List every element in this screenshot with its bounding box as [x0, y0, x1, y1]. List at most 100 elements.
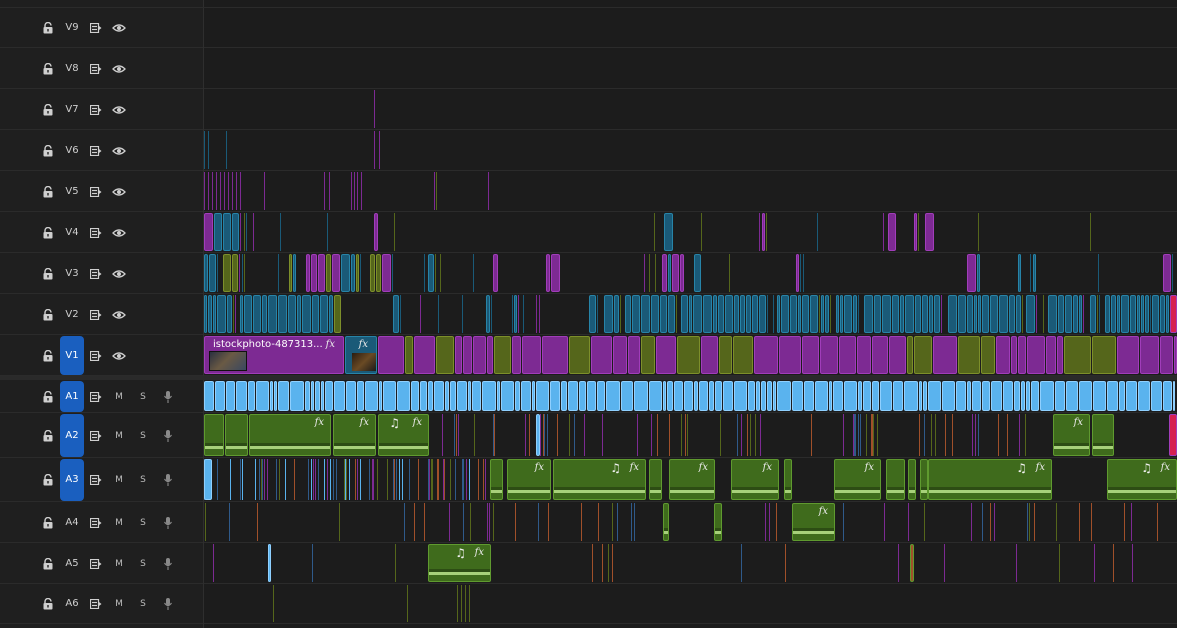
video-clip[interactable]: [734, 295, 739, 333]
thin-clip[interactable]: [873, 414, 874, 456]
track-lane-v8[interactable]: [204, 48, 1177, 89]
thin-clip[interactable]: [357, 459, 358, 500]
thin-clip[interactable]: [402, 459, 403, 500]
audio-clip[interactable]: [472, 381, 481, 411]
video-clip[interactable]: [672, 254, 679, 292]
video-clip[interactable]: [288, 295, 296, 333]
track-name-v8[interactable]: V8: [60, 62, 84, 76]
sync-lock-toggle-a6[interactable]: [89, 599, 103, 609]
video-clip[interactable]: [996, 336, 1010, 374]
thin-clip[interactable]: [803, 254, 804, 292]
thin-clip[interactable]: [843, 503, 844, 541]
video-clip[interactable]: [512, 336, 521, 374]
video-clip[interactable]: [1160, 295, 1165, 333]
video-clip[interactable]: [217, 295, 226, 333]
thin-clip[interactable]: [244, 254, 245, 292]
audio-clip[interactable]: [445, 381, 449, 411]
video-clip[interactable]: [701, 336, 718, 374]
video-clip[interactable]: [591, 336, 612, 374]
audio-clip[interactable]: [305, 381, 310, 411]
thin-clip[interactable]: [598, 503, 599, 541]
thin-clip[interactable]: [333, 459, 334, 500]
thin-clip[interactable]: [941, 295, 942, 333]
video-clip[interactable]: [958, 295, 966, 333]
thin-clip[interactable]: [1172, 254, 1173, 292]
video-clip[interactable]: [1121, 295, 1129, 333]
lock-toggle-a4[interactable]: [40, 516, 56, 530]
thin-clip[interactable]: [392, 254, 393, 292]
video-clip[interactable]: [905, 295, 914, 333]
video-clip[interactable]: [1018, 254, 1021, 292]
thin-clip[interactable]: [374, 131, 375, 169]
video-clip[interactable]: [1009, 295, 1015, 333]
audio-clip[interactable]: fx: [834, 459, 881, 500]
audio-clip[interactable]: [311, 381, 314, 411]
visibility-toggle-v5[interactable]: [111, 187, 127, 197]
thin-clip[interactable]: [608, 544, 609, 582]
thin-clip[interactable]: [924, 503, 925, 541]
thin-clip[interactable]: [1030, 254, 1031, 292]
thin-clip[interactable]: [855, 414, 856, 456]
audio-clip[interactable]: [844, 381, 857, 411]
visibility-toggle-v3[interactable]: [111, 269, 127, 279]
audio-clip[interactable]: [365, 381, 378, 411]
video-clip[interactable]: [428, 254, 434, 292]
voice-over-record-a5[interactable]: [162, 557, 174, 571]
video-clip[interactable]: [1090, 295, 1096, 333]
video-clip[interactable]: [589, 295, 596, 333]
video-clip[interactable]: [740, 295, 745, 333]
video-clip[interactable]: [1048, 295, 1057, 333]
thin-clip[interactable]: [574, 414, 575, 456]
thin-clip[interactable]: [470, 503, 471, 541]
lock-toggle-a1[interactable]: [40, 390, 56, 404]
thin-clip[interactable]: [457, 585, 458, 622]
thin-clip[interactable]: [279, 459, 280, 500]
track-header-v6[interactable]: V6: [0, 130, 203, 171]
video-clip[interactable]: [332, 254, 340, 292]
thin-clip[interactable]: [255, 459, 256, 500]
video-clip[interactable]: [914, 336, 932, 374]
video-clip[interactable]: [268, 295, 277, 333]
thin-clip[interactable]: [418, 459, 419, 500]
audio-clip[interactable]: [663, 381, 666, 411]
thin-clip[interactable]: [765, 503, 766, 541]
video-clip[interactable]: [660, 295, 667, 333]
video-clip[interactable]: [625, 295, 631, 333]
lock-toggle-a6[interactable]: [40, 597, 56, 611]
video-clip[interactable]: [262, 295, 267, 333]
audio-clip[interactable]: [357, 381, 364, 411]
video-clip[interactable]: [914, 213, 917, 251]
video-clip[interactable]: [907, 336, 913, 374]
video-clip[interactable]: [240, 295, 243, 333]
audio-clip[interactable]: [1040, 381, 1054, 411]
thin-clip[interactable]: [858, 295, 859, 333]
thin-clip[interactable]: [1036, 295, 1037, 333]
video-clip[interactable]: [978, 295, 981, 333]
thin-clip[interactable]: [525, 414, 526, 456]
thin-clip[interactable]: [612, 544, 613, 582]
visibility-toggle-v1[interactable]: [111, 351, 127, 361]
lock-toggle-v7[interactable]: [40, 103, 56, 117]
video-clip[interactable]: [293, 254, 296, 292]
video-clip[interactable]: [306, 254, 310, 292]
audio-clip[interactable]: [1031, 381, 1039, 411]
thin-clip[interactable]: [877, 414, 878, 456]
sync-lock-toggle-v1[interactable]: [89, 351, 103, 361]
thin-clip[interactable]: [737, 414, 738, 456]
video-clip[interactable]: [1011, 336, 1017, 374]
track-header-a4[interactable]: A4 M S: [0, 502, 203, 543]
thin-clip[interactable]: [747, 414, 748, 456]
audio-clip[interactable]: [649, 459, 662, 500]
video-clip[interactable]: [320, 295, 328, 333]
video-clip[interactable]: [311, 254, 317, 292]
track-lane-v9[interactable]: [204, 7, 1177, 48]
track-name-v5[interactable]: V5: [60, 185, 84, 199]
audio-clip[interactable]: [904, 381, 918, 411]
thin-clip[interactable]: [257, 503, 258, 541]
thin-clip[interactable]: [1132, 544, 1133, 582]
audio-clip[interactable]: [411, 381, 419, 411]
audio-clip[interactable]: [833, 381, 843, 411]
video-clip[interactable]: [967, 254, 976, 292]
audio-clip[interactable]: fx: [1053, 414, 1090, 456]
video-clip[interactable]: [1117, 295, 1120, 333]
